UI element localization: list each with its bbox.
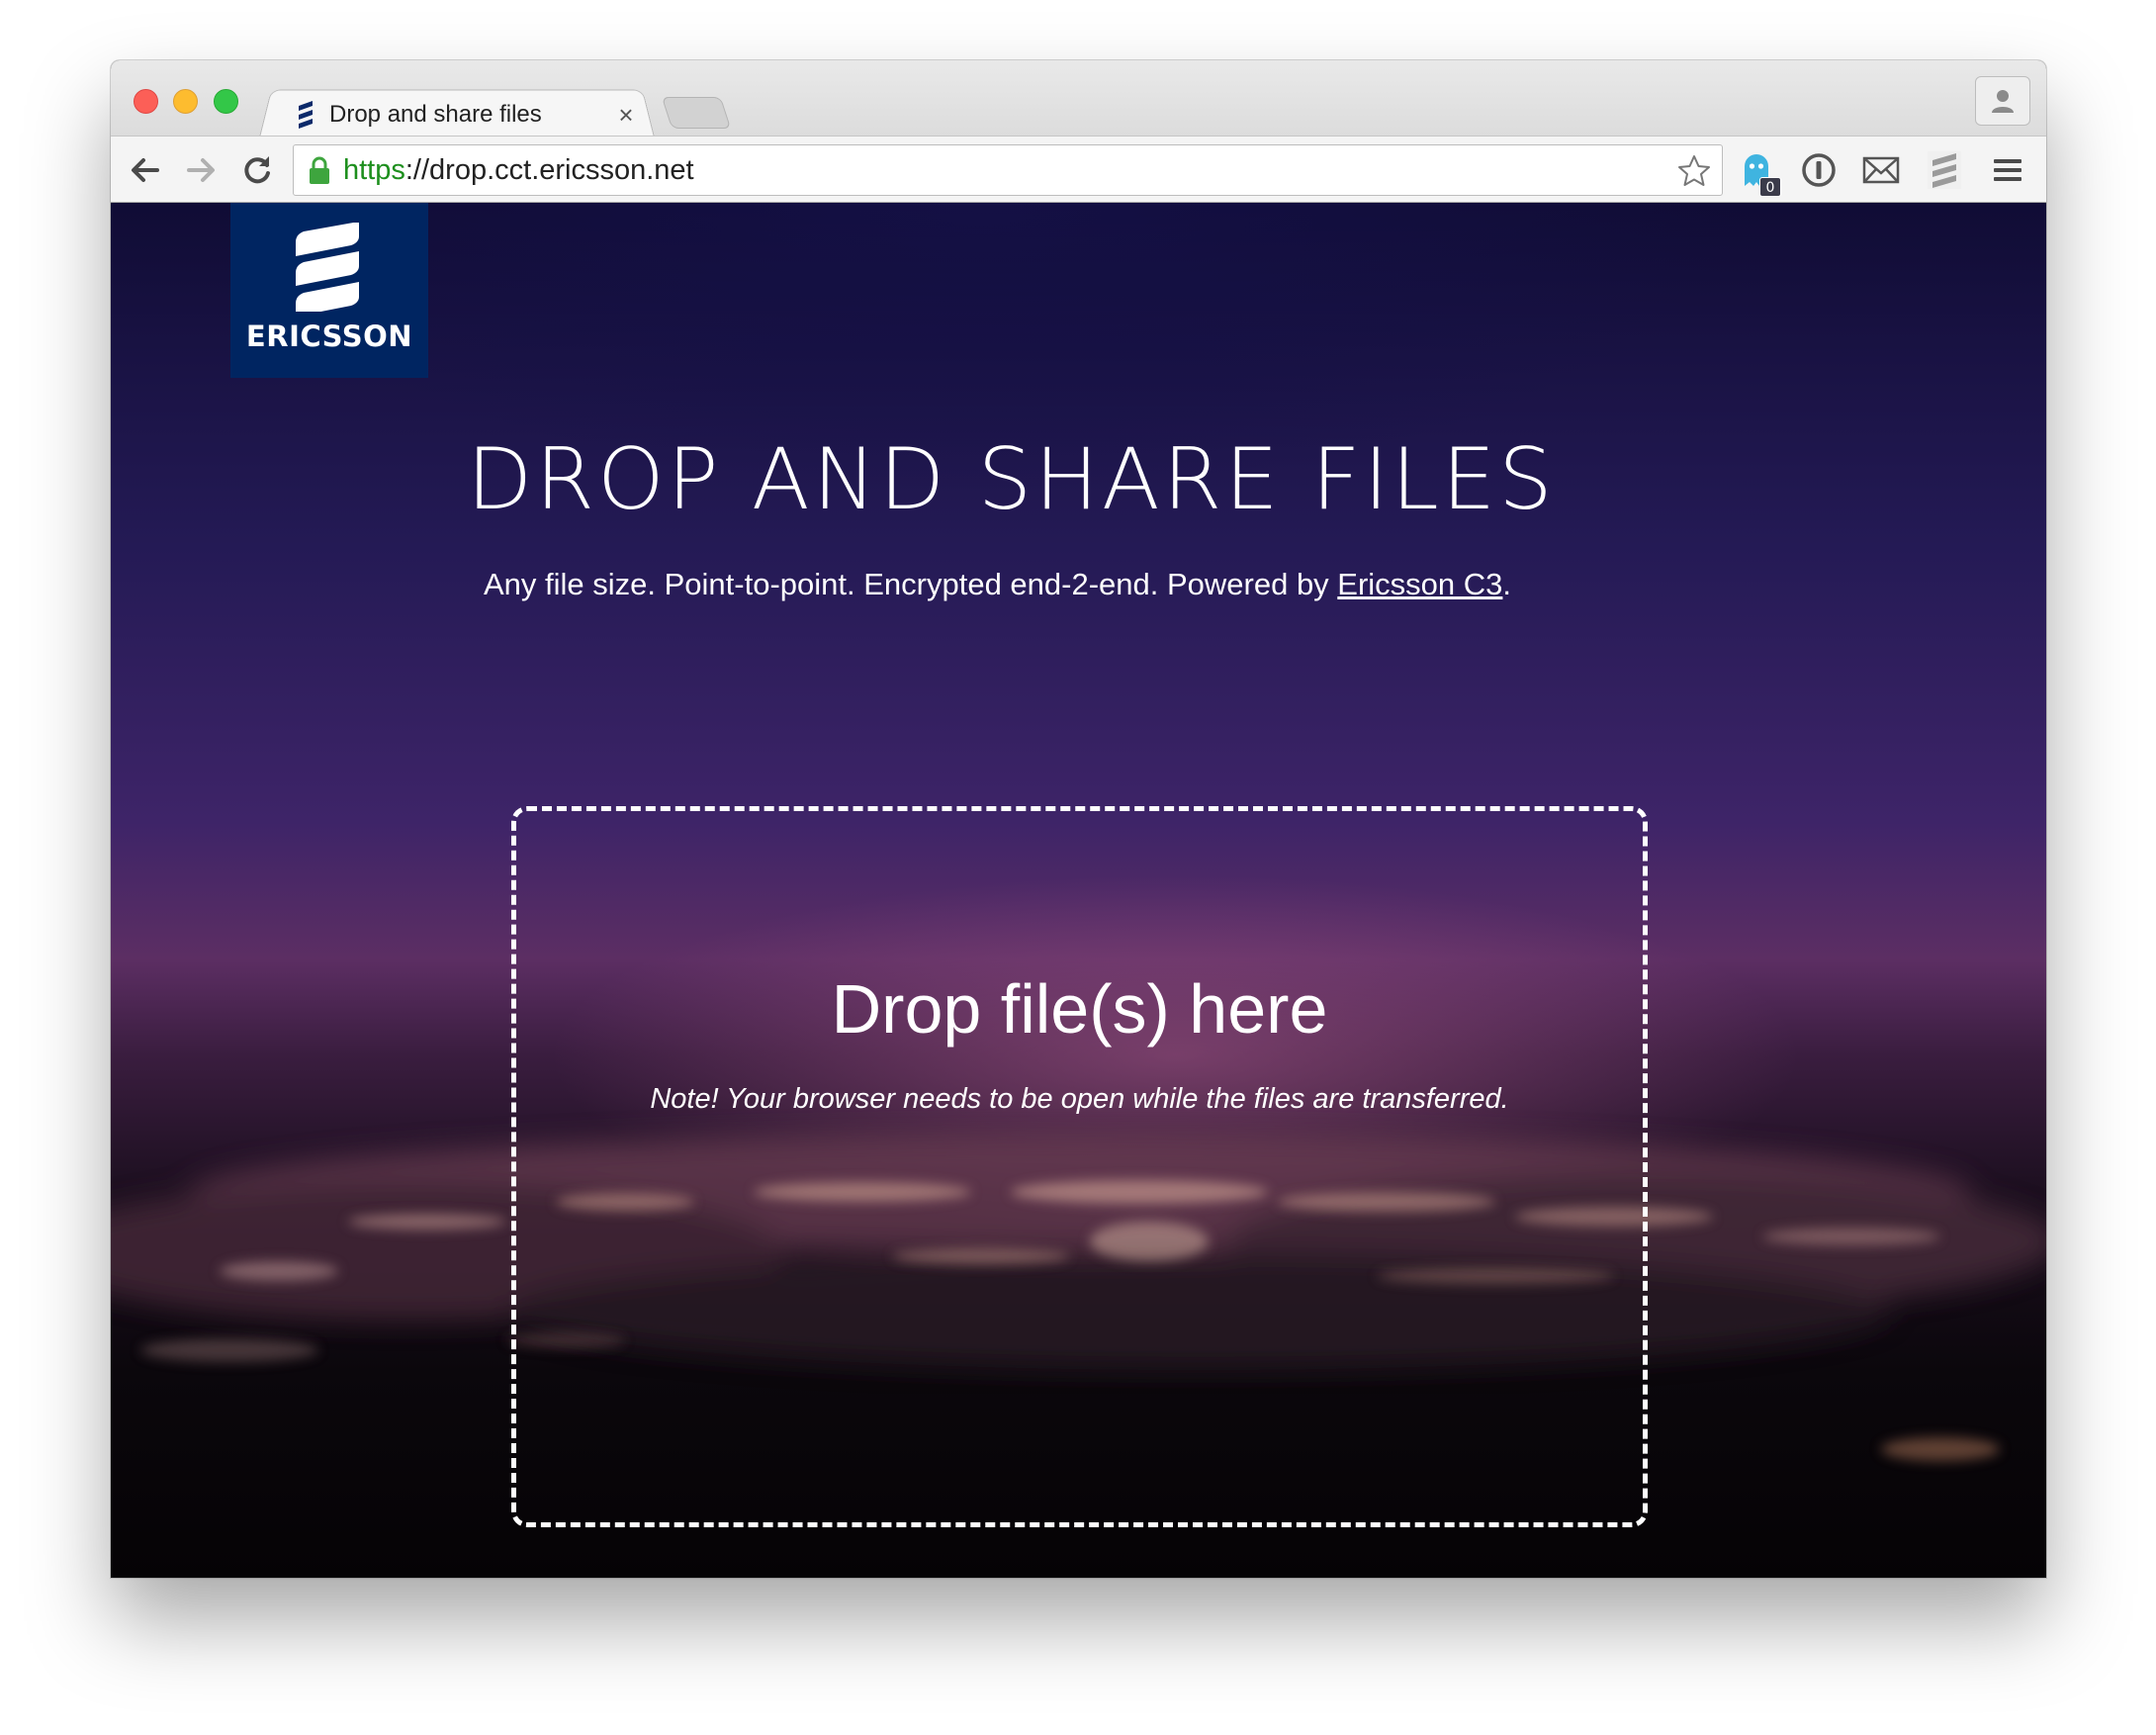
active-tab-content[interactable]: Drop and share files [292, 92, 638, 137]
new-tab-button[interactable] [661, 97, 732, 129]
reload-icon [244, 156, 270, 184]
person-icon [1992, 90, 2014, 113]
logo-wordmark: ERICSSON [245, 320, 413, 353]
1password-extension-button[interactable] [1797, 148, 1841, 192]
page-content: ERICSSON DROP AND SHARE FILES Any file s… [111, 203, 2046, 1578]
window-maximize-button[interactable] [214, 89, 238, 114]
browser-window: Drop and share files × https://drop.cct.… [111, 60, 2046, 1578]
ericsson-logo[interactable]: ERICSSON [230, 203, 428, 378]
reload-button[interactable] [235, 148, 279, 192]
window-minimize-button[interactable] [173, 89, 198, 114]
ericsson-stripes-icon [1928, 151, 1961, 189]
drop-zone-title: Drop file(s) here [831, 970, 1328, 1048]
mail-icon [1862, 156, 1900, 184]
url-scheme: https [343, 153, 405, 186]
subtitle-text: Any file size. Point-to-point. Encrypted… [484, 567, 1338, 601]
chrome-menu-button[interactable] [1986, 148, 2029, 192]
star-icon[interactable] [1676, 153, 1712, 189]
forward-arrow-icon [187, 158, 215, 182]
ericsson-stripes-logo-icon [296, 223, 359, 312]
url-text: https://drop.cct.ericsson.net [343, 154, 694, 187]
tab-strip: Drop and share files × [111, 60, 2046, 137]
lock-icon [310, 156, 329, 184]
page-title: DROP AND SHARE FILES [467, 430, 1556, 529]
back-arrow-icon [132, 158, 159, 182]
tab-title: Drop and share files [329, 101, 542, 128]
window-close-button[interactable] [134, 89, 158, 114]
browser-toolbar: https://drop.cct.ericsson.net 0 [111, 136, 2046, 203]
ghostery-extension-button[interactable]: 0 [1735, 148, 1781, 197]
back-button[interactable] [123, 148, 166, 192]
password-key-icon [1802, 153, 1836, 187]
drop-zone-note: Note! Your browser needs to be open whil… [650, 1083, 1509, 1115]
page-subtitle: Any file size. Point-to-point. Encrypted… [484, 567, 1769, 602]
profile-button[interactable] [1975, 76, 2030, 126]
tab-close-icon[interactable]: × [611, 96, 641, 134]
hamburger-menu-icon [1994, 159, 2021, 181]
extension-badge: 0 [1759, 177, 1781, 197]
url-host: ://drop.cct.ericsson.net [404, 153, 694, 186]
ericsson-c3-link[interactable]: Ericsson C3 [1337, 567, 1502, 601]
ericsson-favicon-icon [299, 101, 313, 129]
file-drop-zone[interactable]: Drop file(s) here Note! Your browser nee… [511, 806, 1648, 1527]
ericsson-extension-button[interactable] [1923, 148, 1966, 192]
forward-button[interactable] [180, 148, 224, 192]
address-bar[interactable]: https://drop.cct.ericsson.net [293, 144, 1723, 196]
subtitle-period: . [1502, 567, 1512, 601]
mail-extension-button[interactable] [1859, 148, 1903, 192]
